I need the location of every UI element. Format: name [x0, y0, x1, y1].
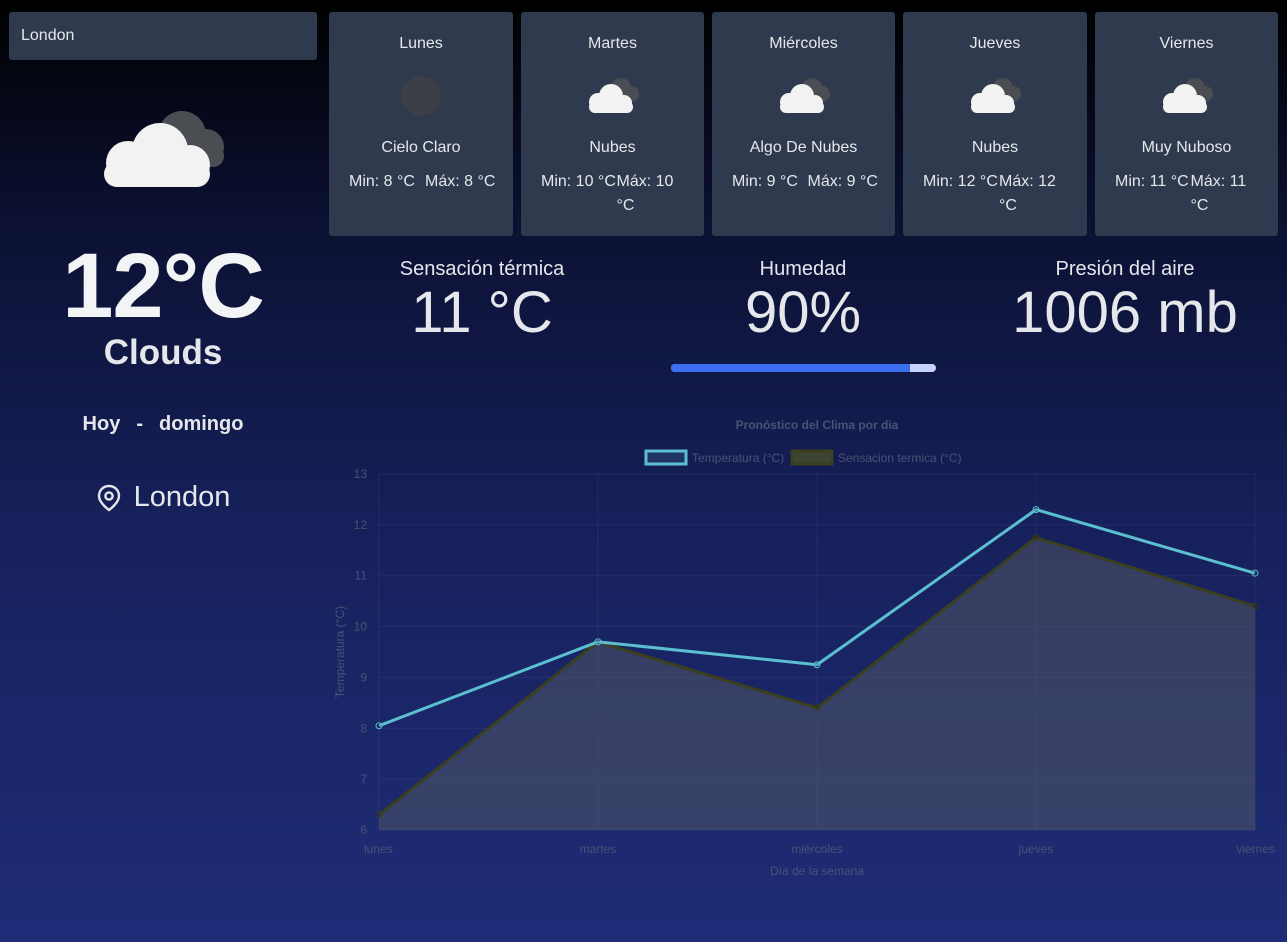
forecast-max: Máx: 8 °C	[425, 173, 496, 190]
pressure-value: 1006 mb	[1012, 280, 1238, 345]
location-name: London	[133, 481, 231, 513]
forecast-min: Min: 12 °C	[923, 173, 998, 190]
forecast-card-miercoles: Miércoles Algo De Nubes Min: 9 °C Máx: 9 …	[712, 12, 895, 236]
y-tick-label: 9	[360, 670, 367, 684]
y-tick-label: 8	[360, 721, 367, 735]
data-point	[1251, 602, 1259, 610]
clouds-icon	[104, 111, 224, 187]
forecast-min: Min: 11 °C	[1115, 173, 1189, 190]
y-tick-label: 12	[354, 518, 368, 532]
data-point	[1032, 534, 1040, 542]
forecast-day: Viernes	[1159, 35, 1214, 52]
clouds-icon	[971, 78, 1021, 113]
clouds-icon	[588, 78, 639, 113]
forecast-card-jueves: Jueves Nubes Min: 12 °C Máx: 12 °C	[903, 12, 1087, 236]
forecast-desc: Muy Nuboso	[1141, 139, 1232, 156]
pressure-stat: Presión del aire 1006 mb	[985, 258, 1265, 343]
pressure-label: Presión del aire	[1055, 258, 1195, 280]
y-tick-label: 13	[354, 467, 368, 481]
location: London	[0, 481, 326, 514]
forecast-max: Máx: 12 °C	[999, 173, 1056, 214]
x-tick-label: lunes	[364, 842, 393, 856]
clear-sky-icon	[401, 76, 441, 116]
search-input[interactable]	[9, 12, 317, 60]
forecast-card-viernes: Viernes Muy Nuboso Min: 11 °C Máx: 11 °C	[1095, 12, 1278, 236]
feels-like-value: 11 °C	[411, 280, 553, 345]
humidity-bar-fill	[671, 364, 910, 372]
data-point	[375, 811, 383, 819]
legend-label: Sensacion termica (°C)	[838, 451, 962, 465]
data-point	[375, 722, 383, 730]
feels-like-label: Sensación térmica	[399, 258, 565, 280]
data-point	[594, 638, 602, 646]
date-separator: -	[136, 413, 144, 435]
clouds-icon	[779, 78, 830, 113]
forecast-desc: Nubes	[971, 139, 1019, 156]
forecast-day: Jueves	[969, 35, 1021, 52]
x-tick-label: miércoles	[791, 842, 842, 856]
y-tick-label: 7	[360, 772, 367, 786]
humidity-bar	[671, 364, 936, 372]
forecast-desc: Algo De Nubes	[749, 139, 858, 156]
y-tick-label: 11	[355, 569, 368, 583]
forecast-min: Min: 8 °C	[349, 173, 415, 190]
x-tick-label: viernes	[1236, 842, 1275, 856]
today-label: Hoy	[82, 413, 121, 435]
humidity-label: Humedad	[759, 258, 847, 280]
x-tick-label: jueves	[1018, 842, 1054, 856]
data-point	[813, 704, 821, 712]
forecast-min: Min: 9 °C	[732, 173, 798, 190]
x-axis-label: Día de la semana	[770, 864, 864, 878]
legend-swatch	[790, 449, 834, 466]
current-condition: Clouds	[103, 333, 223, 372]
y-tick-label: 10	[354, 620, 368, 634]
forecast-max: Máx: 10 °C	[616, 173, 674, 214]
forecast-day: Lunes	[399, 35, 443, 52]
forecast-day: Martes	[588, 35, 637, 52]
x-tick-label: martes	[580, 842, 617, 856]
forecast-min: Min: 10 °C	[541, 173, 616, 190]
data-point	[1032, 506, 1040, 514]
forecast-max: Máx: 11 °C	[1190, 173, 1247, 214]
forecast-day: Miércoles	[769, 35, 838, 52]
y-tick-label: 6	[360, 823, 367, 837]
chart-title: Pronóstico del Clima por dia	[736, 418, 899, 432]
forecast-card-martes: Martes Nubes Min: 10 °C Máx: 10 °C	[521, 12, 704, 236]
current-date: Hoy - domingo	[0, 413, 326, 436]
data-point	[813, 661, 821, 669]
forecast-chart: Pronóstico del Clima por dia Temperatura …	[333, 418, 1275, 878]
feels-like-stat: Sensación térmica 11 °C	[352, 258, 612, 343]
location-pin-icon	[97, 484, 120, 511]
clouds-icon	[1162, 78, 1213, 113]
legend-label: Temperatura (°C)	[692, 451, 784, 465]
forecast-desc: Cielo Claro	[381, 139, 461, 156]
y-axis-label: Temperatura (°C)	[333, 606, 347, 698]
current-temperature: 12°C	[62, 235, 265, 337]
humidity-stat: Humedad 90%	[673, 258, 933, 343]
forecast-card-lunes: Lunes Cielo Claro Min: 8 °C Máx: 8 °C	[329, 12, 513, 236]
data-point	[1251, 569, 1259, 577]
forecast-desc: Nubes	[589, 139, 636, 156]
humidity-value: 90%	[744, 280, 862, 345]
forecast-max: Máx: 9 °C	[807, 173, 878, 190]
legend-swatch	[644, 449, 688, 466]
weekday-label: domingo	[159, 413, 244, 435]
